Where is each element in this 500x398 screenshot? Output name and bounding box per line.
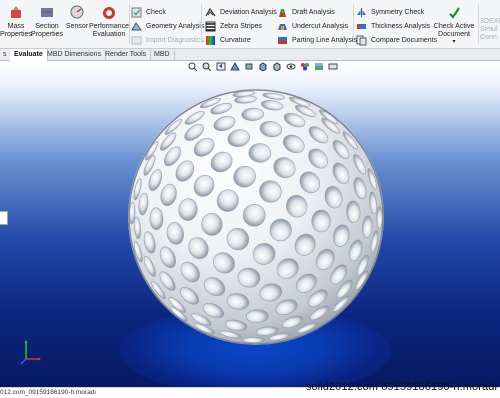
ribbon-separator xyxy=(478,4,479,44)
check-icon xyxy=(131,7,142,17)
symmetry-check-button[interactable]: Symmetry Check xyxy=(356,6,424,18)
display-style-icon[interactable] xyxy=(272,62,282,71)
hide-show-items-icon[interactable] xyxy=(286,62,296,71)
zoom-to-fit-icon[interactable] xyxy=(188,62,198,71)
section-properties-icon xyxy=(41,8,53,17)
sensor-label: Sensor xyxy=(65,23,89,30)
3dexperience-label-2: Simul xyxy=(480,26,498,33)
performance-evaluation-button[interactable]: Performance Evaluation xyxy=(88,4,130,39)
compare-documents-button[interactable]: Compare Documents xyxy=(356,34,437,46)
tab-label: s xyxy=(3,51,7,58)
performance-evaluation-label: Performance Evaluation xyxy=(88,23,130,38)
3dexperience-label-3: Conn xyxy=(480,34,497,41)
ribbon-separator xyxy=(353,4,354,44)
dimple xyxy=(246,309,269,324)
geometry-analysis-label: Geometry Analysis xyxy=(146,22,205,30)
check-label: Check xyxy=(146,8,166,16)
dropdown-arrow-icon[interactable]: ▾ xyxy=(452,39,455,45)
check-active-document-icon xyxy=(449,7,460,19)
3dexperience-label-1: 3DEXPE xyxy=(480,18,500,25)
tab-mbd-dimensions[interactable]: MBD Dimensions xyxy=(43,49,107,61)
edit-appearance-icon[interactable] xyxy=(300,62,310,71)
curvature-button[interactable]: Curvature xyxy=(205,34,251,46)
import-diagnostics-label: Import Diagnostics xyxy=(146,36,204,44)
graphics-area[interactable] xyxy=(0,61,500,387)
dimple xyxy=(242,336,266,344)
zebra-stripes-button[interactable]: Zebra Stripes xyxy=(205,20,262,32)
deviation-analysis-button[interactable]: Deviation Analysis xyxy=(205,6,277,18)
check-active-document-label: Check Active Document xyxy=(433,23,475,38)
compare-documents-icon xyxy=(356,35,367,45)
deviation-analysis-label: Deviation Analysis xyxy=(220,8,277,16)
compare-documents-label: Compare Documents xyxy=(371,36,438,44)
undercut-analysis-button[interactable]: Undercut Analysis xyxy=(277,20,348,32)
undercut-analysis-icon xyxy=(278,23,287,30)
zoom-to-area-icon[interactable] xyxy=(202,62,212,71)
zebra-stripes-label: Zebra Stripes xyxy=(220,22,263,30)
thickness-analysis-icon xyxy=(357,23,366,29)
parting-line-analysis-label: Parting Line Analysis xyxy=(292,36,357,44)
symmetry-check-icon xyxy=(357,7,366,17)
import-diagnostics-button[interactable]: Import Diagnostics xyxy=(131,34,204,46)
thickness-analysis-button[interactable]: Thickness Analysis xyxy=(356,20,430,32)
curvature-label: Curvature xyxy=(220,36,251,44)
golf-ball-model[interactable] xyxy=(128,89,384,345)
check-button[interactable]: Check xyxy=(131,6,166,18)
ribbon-separator xyxy=(129,4,130,44)
dynamic-annotation-icon[interactable] xyxy=(244,62,254,71)
check-active-document-button[interactable]: Check Active Document ▾ xyxy=(432,4,476,45)
curvature-icon xyxy=(206,35,215,45)
zebra-stripes-icon xyxy=(205,21,216,31)
view-orientation-icon[interactable] xyxy=(258,62,268,71)
heads-up-view-toolbar xyxy=(188,61,338,72)
section-properties-button[interactable]: Section Properties xyxy=(31,4,63,39)
section-properties-label: Section Properties xyxy=(31,23,63,38)
undercut-analysis-label: Undercut Analysis xyxy=(292,22,349,30)
feature-tree-flyout-handle[interactable] xyxy=(0,211,8,225)
tab-mbd[interactable]: MBD xyxy=(150,49,175,61)
dimple xyxy=(376,206,383,229)
watermark-text: solid2012.com 09159186190-h.moradi xyxy=(305,381,497,393)
symmetry-check-label: Symmetry Check xyxy=(371,8,425,16)
draft-analysis-icon xyxy=(279,8,286,17)
tab-label: MBD Dimensions xyxy=(47,51,102,58)
mass-properties-label: Mass Properties xyxy=(0,23,32,38)
parting-line-analysis-button[interactable]: Parting Line Analysis xyxy=(277,34,357,46)
tab-label: Render Tools xyxy=(105,51,147,58)
reference-triad-icon xyxy=(20,340,41,365)
tab-previous[interactable]: s xyxy=(0,49,11,61)
parting-line-analysis-icon xyxy=(278,36,287,44)
section-view-icon[interactable] xyxy=(230,62,240,71)
draft-analysis-button[interactable]: Draft Analysis xyxy=(277,6,335,18)
mass-properties-button[interactable]: Mass Properties xyxy=(0,4,32,39)
command-manager-ribbon: Mass Properties Section Properties Senso… xyxy=(0,0,500,49)
thickness-analysis-label: Thickness Analysis xyxy=(371,22,431,30)
draft-analysis-label: Draft Analysis xyxy=(292,8,335,16)
geometry-analysis-icon xyxy=(131,21,142,30)
geometry-analysis-button[interactable]: Geometry Analysis xyxy=(131,20,204,32)
apply-scene-icon[interactable] xyxy=(314,62,324,71)
tab-label: Evaluate xyxy=(14,51,43,58)
sensor-icon xyxy=(70,5,84,19)
tab-label: MBD xyxy=(154,51,170,58)
previous-view-icon[interactable] xyxy=(216,62,226,71)
mass-properties-icon xyxy=(11,6,21,18)
deviation-analysis-icon xyxy=(205,7,216,16)
dimple xyxy=(149,207,164,230)
command-manager-tabs: s Evaluate MBD Dimensions Render Tools M… xyxy=(0,49,500,61)
sensor-button[interactable]: Sensor xyxy=(64,4,90,31)
tab-render-tools[interactable]: Render Tools xyxy=(101,49,152,61)
import-diagnostics-icon xyxy=(131,36,142,44)
ribbon-separator xyxy=(201,4,202,44)
view-settings-icon[interactable] xyxy=(328,62,338,71)
status-bar-text: 012.com_09159186190-h.moradi xyxy=(0,389,96,396)
3dexperience-button[interactable]: 3DEXPE Simul Conn xyxy=(480,18,500,42)
performance-evaluation-icon xyxy=(103,7,115,19)
